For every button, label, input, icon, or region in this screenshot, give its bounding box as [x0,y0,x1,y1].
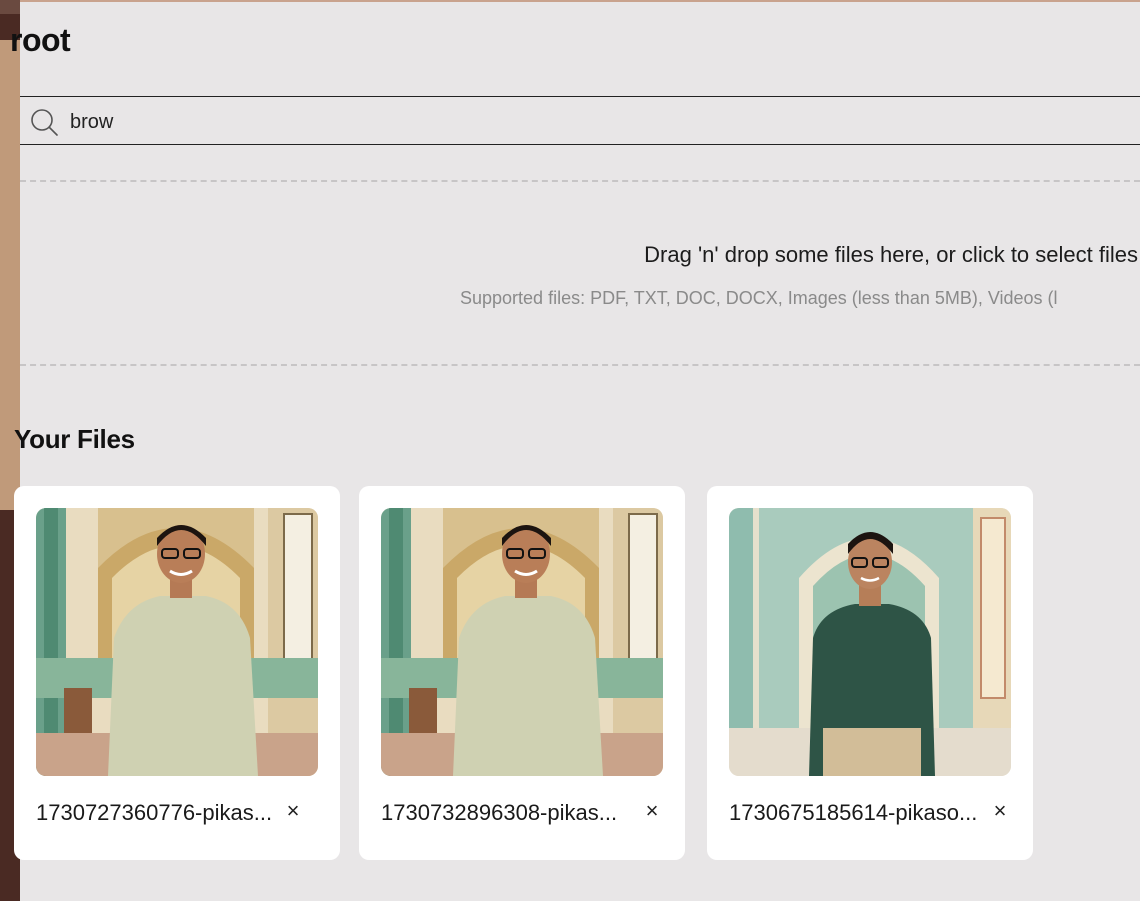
file-thumbnail[interactable] [729,508,1011,776]
file-name: 1730727360776-pikas... [36,800,273,825]
remove-file-button[interactable]: × [280,798,306,824]
file-card[interactable]: 1730675185614-pikaso... × [707,486,1033,860]
file-card[interactable]: 1730732896308-pikas... × [359,486,685,860]
remove-file-button[interactable]: × [987,798,1013,824]
file-name: 1730675185614-pikaso... [729,800,978,825]
dropzone-instruction: Drag 'n' drop some files here, or click … [644,242,1138,267]
your-files-heading: Your Files [14,424,135,454]
remove-file-button[interactable]: × [639,798,665,824]
file-grid: 1730727360776-pikas... × 1730732896308-p… [14,486,1140,860]
file-thumbnail[interactable] [36,508,318,776]
page-title: root [10,22,71,58]
file-thumbnail[interactable] [381,508,663,776]
file-dropzone[interactable]: Drag 'n' drop some files here, or click … [20,180,1140,366]
main-content: root Drag 'n' drop some files here, or c… [10,0,1140,901]
search-bar[interactable] [20,96,1140,145]
search-input[interactable] [68,105,672,139]
file-name: 1730732896308-pikas... [381,800,618,825]
search-icon [30,108,58,136]
dropzone-supported-files: Supported files: PDF, TXT, DOC, DOCX, Im… [460,288,1058,308]
left-edge-decoration [0,0,20,14]
file-card[interactable]: 1730727360776-pikas... × [14,486,340,860]
